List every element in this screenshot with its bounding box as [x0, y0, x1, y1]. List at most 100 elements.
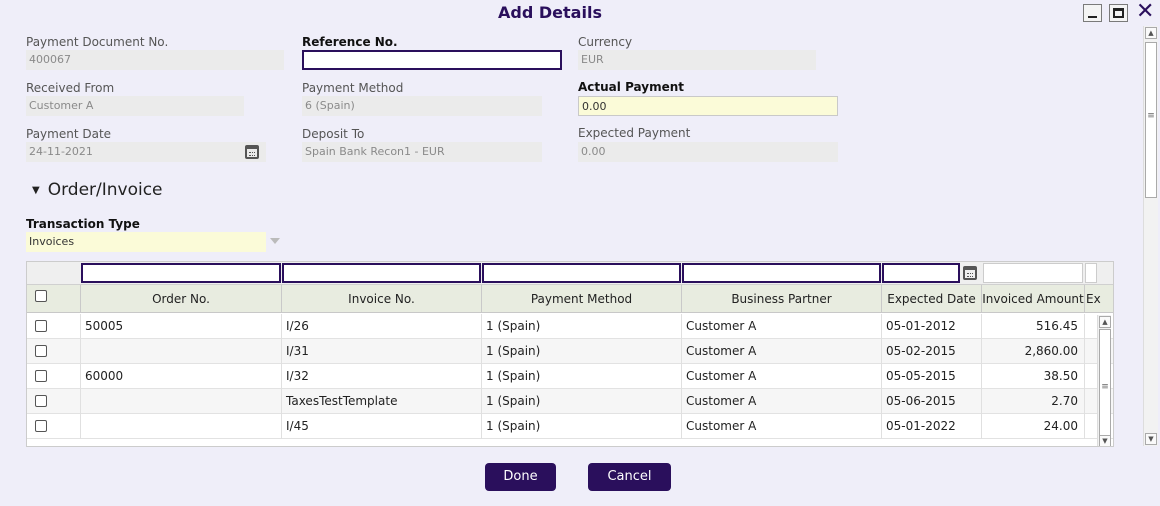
expected-date-cell: 05-01-2022	[882, 414, 982, 439]
section-order-invoice[interactable]: ▼ Order/Invoice	[32, 180, 163, 200]
row-blank	[53, 414, 81, 439]
header-order-no[interactable]: Order No.	[81, 285, 282, 313]
order-no-cell	[81, 389, 282, 414]
filter-invoiced-amount[interactable]	[983, 263, 1083, 283]
header-ex[interactable]: Ex	[1085, 285, 1113, 313]
filter-business-partner[interactable]	[682, 263, 881, 283]
row-checkbox[interactable]	[35, 395, 47, 407]
expected-payment-field: 0.00	[578, 142, 838, 162]
table-row[interactable]: TaxesTestTemplate 1 (Spain) Customer A 0…	[27, 389, 1113, 414]
expected-date-cell: 05-02-2015	[882, 339, 982, 364]
scroll-thumb[interactable]	[1145, 42, 1157, 198]
invoiced-amount-cell: 516.45	[982, 314, 1085, 339]
actual-payment-label: Actual Payment	[578, 80, 685, 94]
cancel-button[interactable]: Cancel	[588, 463, 671, 491]
filter-expected-date[interactable]	[882, 263, 960, 283]
invoiced-amount-cell: 24.00	[982, 414, 1085, 439]
invoice-no-cell: I/26	[282, 314, 482, 339]
scroll-down-icon[interactable]: ▼	[1099, 435, 1111, 446]
scroll-down-icon[interactable]: ▼	[1145, 433, 1157, 445]
filter-payment-method[interactable]	[482, 263, 681, 283]
expected-date-cell: 05-06-2015	[882, 389, 982, 414]
invoice-no-cell: I/31	[282, 339, 482, 364]
dialog-scrollbar[interactable]: ▲ ▼	[1143, 26, 1158, 446]
order-no-cell	[81, 414, 282, 439]
row-blank	[53, 364, 81, 389]
header-expected-date[interactable]: Expected Date	[882, 285, 982, 313]
payment-document-no-field: 400067	[26, 50, 284, 70]
currency-label: Currency	[578, 35, 633, 49]
header-business-partner[interactable]: Business Partner	[682, 285, 882, 313]
row-checkbox[interactable]	[35, 370, 47, 382]
payment-date-field: 24-11-2021	[26, 142, 266, 162]
row-blank	[53, 389, 81, 414]
table-row[interactable]: I/45 1 (Spain) Customer A 05-01-2022 24.…	[27, 414, 1113, 439]
table-row[interactable]: 50005 I/26 1 (Spain) Customer A 05-01-20…	[27, 314, 1113, 339]
payment-method-label: Payment Method	[302, 81, 404, 95]
grid-scrollbar[interactable]: ▲ ▼	[1097, 315, 1111, 446]
expected-payment-label: Expected Payment	[578, 126, 691, 140]
filter-ex[interactable]	[1085, 263, 1097, 283]
header-invoice-no[interactable]: Invoice No.	[282, 285, 482, 313]
table-row[interactable]: I/31 1 (Spain) Customer A 05-02-2015 2,8…	[27, 339, 1113, 364]
payment-method-field: 6 (Spain)	[302, 96, 542, 116]
expected-date-cell: 05-05-2015	[882, 364, 982, 389]
order-no-cell	[81, 339, 282, 364]
deposit-to-label: Deposit To	[302, 127, 365, 141]
reference-no-input[interactable]	[302, 50, 562, 70]
chevron-down-icon[interactable]	[270, 238, 280, 244]
row-checkbox[interactable]	[35, 420, 47, 432]
expected-date-cell: 05-01-2012	[882, 314, 982, 339]
calendar-icon[interactable]	[963, 266, 977, 280]
dialog-title: Add Details	[498, 3, 602, 22]
invoice-no-cell: TaxesTestTemplate	[282, 389, 482, 414]
collapse-triangle-icon[interactable]: ▼	[32, 185, 40, 196]
calendar-icon[interactable]	[245, 145, 259, 159]
deposit-to-field: Spain Bank Recon1 - EUR	[302, 142, 542, 162]
row-checkbox[interactable]	[35, 345, 47, 357]
payment-method-cell: 1 (Spain)	[482, 339, 682, 364]
payment-method-cell: 1 (Spain)	[482, 389, 682, 414]
transaction-type-label: Transaction Type	[26, 217, 140, 231]
header-invoiced-amount[interactable]: Invoiced Amount	[982, 285, 1085, 313]
header-row: Order No. Invoice No. Payment Method Bus…	[27, 285, 1113, 313]
close-icon[interactable]: ✕	[1136, 1, 1154, 23]
filter-row	[27, 262, 1113, 285]
minimize-button[interactable]	[1083, 4, 1102, 22]
business-partner-cell: Customer A	[682, 364, 882, 389]
reference-no-label: Reference No.	[302, 35, 398, 49]
invoice-no-cell: I/32	[282, 364, 482, 389]
table-row[interactable]: 60000 I/32 1 (Spain) Customer A 05-05-20…	[27, 364, 1113, 389]
invoice-grid: Order No. Invoice No. Payment Method Bus…	[26, 261, 1114, 447]
currency-field: EUR	[578, 50, 816, 70]
row-blank	[53, 339, 81, 364]
payment-method-cell: 1 (Spain)	[482, 364, 682, 389]
filter-invoice-no[interactable]	[282, 263, 481, 283]
actual-payment-input[interactable]: 0.00	[578, 96, 838, 116]
row-checkbox[interactable]	[35, 320, 47, 332]
select-all-checkbox[interactable]	[35, 290, 47, 302]
filter-order-no[interactable]	[81, 263, 281, 283]
payment-method-cell: 1 (Spain)	[482, 414, 682, 439]
received-from-label: Received From	[26, 81, 115, 95]
scroll-up-icon[interactable]: ▲	[1099, 316, 1111, 328]
order-no-cell: 50005	[81, 314, 282, 339]
transaction-type-select[interactable]: Invoices	[26, 232, 266, 252]
header-blank	[53, 285, 81, 313]
payment-document-no-label: Payment Document No.	[26, 35, 169, 49]
scroll-thumb[interactable]	[1099, 329, 1111, 446]
invoiced-amount-cell: 2.70	[982, 389, 1085, 414]
business-partner-cell: Customer A	[682, 339, 882, 364]
row-blank	[53, 314, 81, 339]
order-no-cell: 60000	[81, 364, 282, 389]
invoiced-amount-cell: 2,860.00	[982, 339, 1085, 364]
invoiced-amount-cell: 38.50	[982, 364, 1085, 389]
payment-date-label: Payment Date	[26, 127, 112, 141]
scroll-up-icon[interactable]: ▲	[1145, 27, 1157, 39]
invoice-no-cell: I/45	[282, 414, 482, 439]
business-partner-cell: Customer A	[682, 414, 882, 439]
header-payment-method[interactable]: Payment Method	[482, 285, 682, 313]
payment-method-cell: 1 (Spain)	[482, 314, 682, 339]
done-button[interactable]: Done	[485, 463, 556, 491]
maximize-button[interactable]	[1109, 4, 1128, 22]
